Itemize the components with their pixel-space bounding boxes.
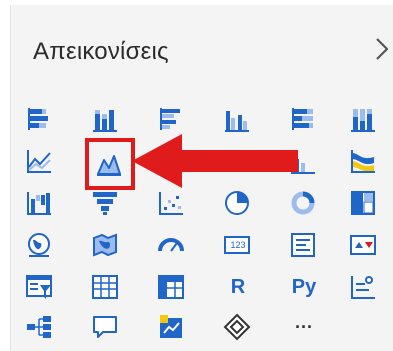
- clustered-bar-chart-icon[interactable]: [155, 104, 189, 134]
- donut-chart-icon[interactable]: [287, 188, 321, 218]
- more-visuals-icon[interactable]: ···: [287, 312, 321, 342]
- line-chart-icon[interactable]: [23, 146, 57, 176]
- red-arrow-annotation: [132, 134, 298, 188]
- stacked-bar-chart-icon[interactable]: [23, 104, 57, 134]
- card-icon[interactable]: 123: [221, 230, 255, 260]
- map-icon[interactable]: [23, 230, 57, 260]
- python-visual-icon[interactable]: Py: [287, 272, 321, 302]
- table-icon[interactable]: [89, 272, 123, 302]
- key-influencers-icon[interactable]: [347, 272, 381, 302]
- gauge-icon[interactable]: [155, 230, 189, 260]
- 100-percent-stacked-column-chart-icon[interactable]: [347, 104, 381, 134]
- 100-percent-stacked-bar-chart-icon[interactable]: [287, 104, 321, 134]
- filled-map-icon[interactable]: [89, 230, 123, 260]
- kpi-icon[interactable]: [347, 230, 381, 260]
- r-script-visual-icon[interactable]: R: [221, 272, 255, 302]
- decomposition-tree-icon[interactable]: [23, 312, 57, 342]
- pie-chart-icon[interactable]: [221, 188, 255, 218]
- more-visuals-label: ···: [295, 317, 313, 337]
- ribbon-chart-icon[interactable]: [347, 146, 381, 176]
- waterfall-chart-icon[interactable]: [23, 188, 57, 218]
- slicer-icon[interactable]: [23, 272, 57, 302]
- collapse-pane-button[interactable]: [371, 33, 393, 65]
- matrix-icon[interactable]: [155, 272, 189, 302]
- funnel-icon[interactable]: [89, 188, 123, 218]
- clustered-column-chart-icon[interactable]: [221, 104, 255, 134]
- smart-narrative-icon[interactable]: [155, 312, 189, 342]
- diamond-icon[interactable]: [221, 312, 255, 342]
- python-label: Py: [291, 276, 317, 298]
- chevron-right-icon: [376, 38, 389, 60]
- area-chart-icon[interactable]: [93, 149, 127, 179]
- card-icon-label: 123: [230, 240, 246, 250]
- pane-title: Απεικονίσεις: [33, 38, 169, 65]
- r-script-label: R: [230, 276, 246, 298]
- stacked-column-chart-icon[interactable]: [89, 104, 123, 134]
- scatter-chart-icon[interactable]: [155, 188, 189, 218]
- qa-icon[interactable]: [89, 312, 123, 342]
- treemap-icon[interactable]: [347, 188, 381, 218]
- multi-row-card-icon[interactable]: [287, 230, 321, 260]
